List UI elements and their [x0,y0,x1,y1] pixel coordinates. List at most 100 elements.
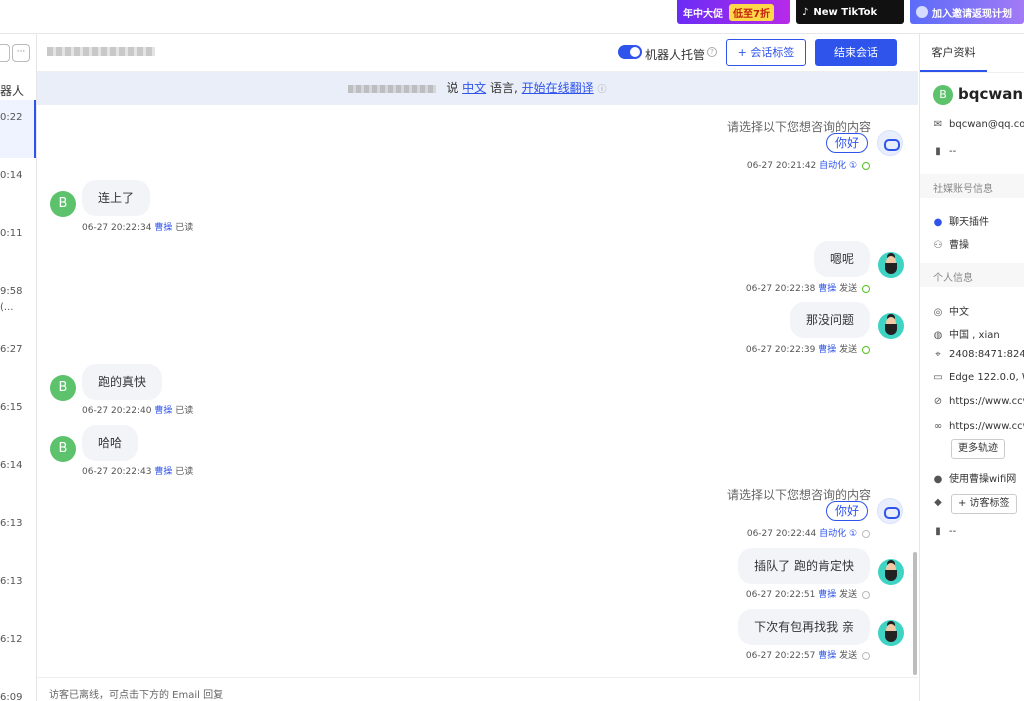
message-time: 06-27 20:22:34 [82,223,152,233]
agent-message: 下次有包再找我 亲 [738,609,870,645]
chat-area: 请选择以下您想咨询的内容 你好 06-27 20:21:42 自动化 ① B 连… [37,105,918,677]
visitor-avatar: B [50,191,76,217]
message-status: 发送 [839,345,858,355]
tab-customer-profile[interactable]: 客户资料 [920,34,987,72]
agent-avatar [878,313,904,339]
message-meta: 06-27 20:22:43 曹操 已读 [82,464,193,477]
help-icon[interactable]: ⓘ [598,85,607,95]
promo-discount-badge: 低至7折 [729,3,774,21]
conversation-time[interactable]: 9:58 [0,286,22,297]
message-meta: 06-27 20:22:51 曹操 发送 [746,587,870,600]
conversation-time[interactable]: 6:13 [0,518,22,529]
note-row: ▮ -- [933,526,956,537]
tab-divider [920,72,1024,73]
message-meta: 06-27 20:21:42 自动化 ① [747,158,870,171]
owner-value: 曹操 [949,240,969,251]
translate-link[interactable]: 开始在线翻译 [522,81,594,95]
pin-icon: ⌖ [935,349,941,360]
add-visitor-tag-button[interactable]: + 访客标签 [951,494,1017,514]
more-track-button[interactable]: 更多轨迹 [951,439,1005,459]
message-time: 06-27 20:22:38 [745,284,816,294]
message-source: 曹操 [154,467,173,477]
bookmark-icon: ▮ [935,526,941,537]
message-meta: 06-27 20:22:38 曹操 发送 [746,281,870,294]
conversation-time[interactable]: 6:13 [0,576,22,587]
message-meta: 06-27 20:22:40 曹操 已读 [82,403,193,416]
agent-avatar [878,559,904,585]
message-meta: 06-27 20:22:39 曹操 发送 [746,342,870,355]
note-value: -- [949,526,957,537]
message-status: 已读 [175,406,194,416]
promo-tiktok-text: New TikTok [813,6,878,18]
referral-icon [916,6,928,18]
email-value: bqcwan@qq.com [949,119,1024,130]
phone-icon: ▮ [935,146,941,157]
monitor-icon: ▭ [933,372,943,383]
sent-check-icon [862,161,870,170]
message-source: 曹操 [154,223,173,233]
info-icon: ● [933,474,943,485]
language-link[interactable]: 中文 [462,81,486,95]
robot-toggle[interactable] [618,45,642,59]
url-value[interactable]: https://www.ccwi [949,396,1024,407]
language-say: 说 [446,81,459,95]
conversation-time[interactable]: 6:27 [0,344,22,355]
more-icon[interactable]: ··· [12,44,30,62]
message-meta: 06-27 20:22:44 自动化 ① [747,526,870,539]
conversation-time[interactable]: 0:14 [0,170,22,181]
sent-check-icon [862,284,870,293]
message-time: 06-27 20:22:51 [745,590,816,600]
promo-banner-tiktok[interactable]: ♪ New TikTok [796,0,904,24]
message-status: 发送 [839,590,858,600]
robot-toggle-label: 机器人托管 [645,48,706,62]
browser-row: ▭ Edge 122.0.0, W [933,372,1024,383]
agent-avatar [878,620,904,646]
promo-banner-referral[interactable]: 加入邀请返现计划 [910,0,1024,24]
conversation-time[interactable]: 6:15 [0,402,22,413]
customer-name: bqcwan@c [958,85,1024,103]
message-source: 曹操 [818,345,837,355]
offline-notice: 访客已离线，可点击下方的 Email 回复 [37,677,918,701]
message-status: 已读 [175,223,194,233]
top-bar: 年中大促 低至7折 ♪ New TikTok 加入邀请返现计划 [0,0,1024,34]
message-source: 曹操 [818,284,837,294]
quick-reply-option[interactable]: 你好 [825,133,868,153]
globe-icon: ◍ [933,330,943,341]
conversation-time[interactable]: 6:14 [0,460,22,471]
conversation-time[interactable]: 0:11 [0,228,22,239]
info-icon[interactable]: ① [849,161,857,171]
message-meta: 06-27 20:22:34 曹操 已读 [82,220,193,233]
add-session-tag-button[interactable]: + 会话标签 [726,39,806,66]
conversation-preview[interactable]: (... [0,302,13,313]
conversation-time[interactable]: 6:09 [0,692,22,701]
promo-banner-sale[interactable]: 年中大促 低至7折 [677,0,790,24]
ip-value: 2408:8471:824:c [949,349,1024,360]
conversation-time[interactable]: 0:22 [0,112,22,123]
location-row: ◍ 中国 , xian [933,326,1000,341]
sent-check-icon [862,345,870,354]
usage-value: 使用曹操wifi网 [949,474,1017,485]
tag-row: ◆ [933,497,949,508]
browser-value: Edge 122.0.0, W [949,372,1024,383]
info-icon[interactable]: ① [849,529,857,539]
message-status: 发送 [839,284,858,294]
sent-check-icon [862,529,870,538]
customer-avatar: B [933,85,953,105]
conversation-time[interactable]: 6:12 [0,634,22,645]
visitor-message: 哈哈 [82,425,139,461]
chat-scrollbar[interactable] [913,552,917,675]
help-icon[interactable]: ? [707,47,717,57]
selected-conversation[interactable] [0,100,36,158]
visitor-avatar: B [50,436,76,462]
message-time: 06-27 20:22:39 [745,345,816,355]
compass-icon: ⊘ [933,396,943,407]
end-session-button[interactable]: 结束会话 [815,39,897,66]
user-icon: ⚇ [933,240,943,251]
visitor-avatar: B [50,375,76,401]
collapse-button[interactable] [0,44,10,62]
message-meta: 06-27 20:22:57 曹操 发送 [746,648,870,661]
message-source: 自动化 [819,161,847,171]
message-source: 曹操 [818,651,837,661]
link-value[interactable]: https://www.ccwi [949,421,1024,432]
quick-reply-option[interactable]: 你好 [825,501,868,521]
